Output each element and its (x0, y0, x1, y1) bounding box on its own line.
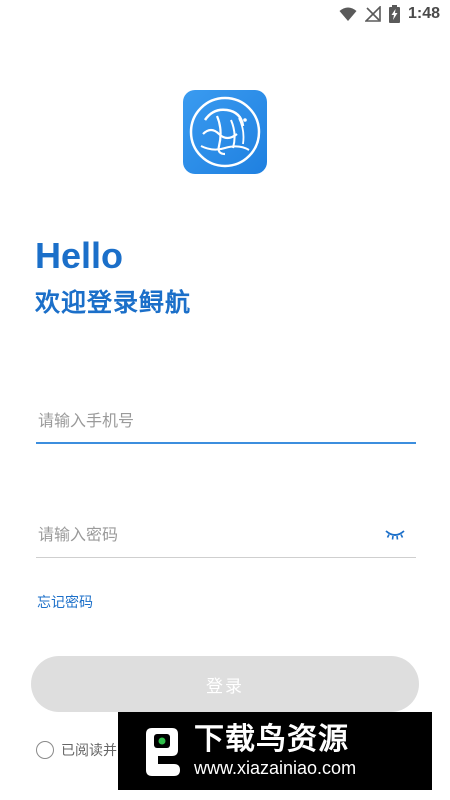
forgot-password-link[interactable]: 忘记密码 (37, 592, 93, 612)
login-button[interactable]: 登录 (31, 656, 419, 712)
watermark-url: www.xiazainiao.com (194, 758, 357, 778)
app-logo-icon (183, 90, 267, 174)
welcome-subtitle: 欢迎登录鲟航 (35, 288, 192, 317)
battery-charging-icon (388, 5, 400, 23)
greeting-title: Hello (35, 235, 124, 276)
status-bar: 1:48 (0, 0, 450, 32)
eye-closed-icon[interactable] (384, 526, 406, 542)
agreement-text: 已阅读并 (61, 743, 117, 759)
password-input[interactable] (36, 512, 416, 557)
watermark-text: 下载鸟资源 www.xiazainiao.com (194, 723, 356, 779)
status-time: 1:48 (407, 5, 440, 22)
phone-field-container (36, 398, 416, 444)
agreement-row[interactable]: 已阅读并 (36, 740, 117, 760)
password-field-container (36, 512, 416, 558)
phone-input[interactable] (36, 398, 416, 442)
watermark-bird-icon (138, 724, 186, 778)
watermark-banner: 下载鸟资源 www.xiazainiao.com (118, 712, 432, 790)
wifi-icon (339, 7, 357, 21)
no-signal-icon (364, 6, 381, 22)
agreement-checkbox[interactable] (36, 741, 54, 759)
status-icons: 1:48 (339, 5, 440, 23)
watermark-title: 下载鸟资源 (194, 722, 349, 757)
